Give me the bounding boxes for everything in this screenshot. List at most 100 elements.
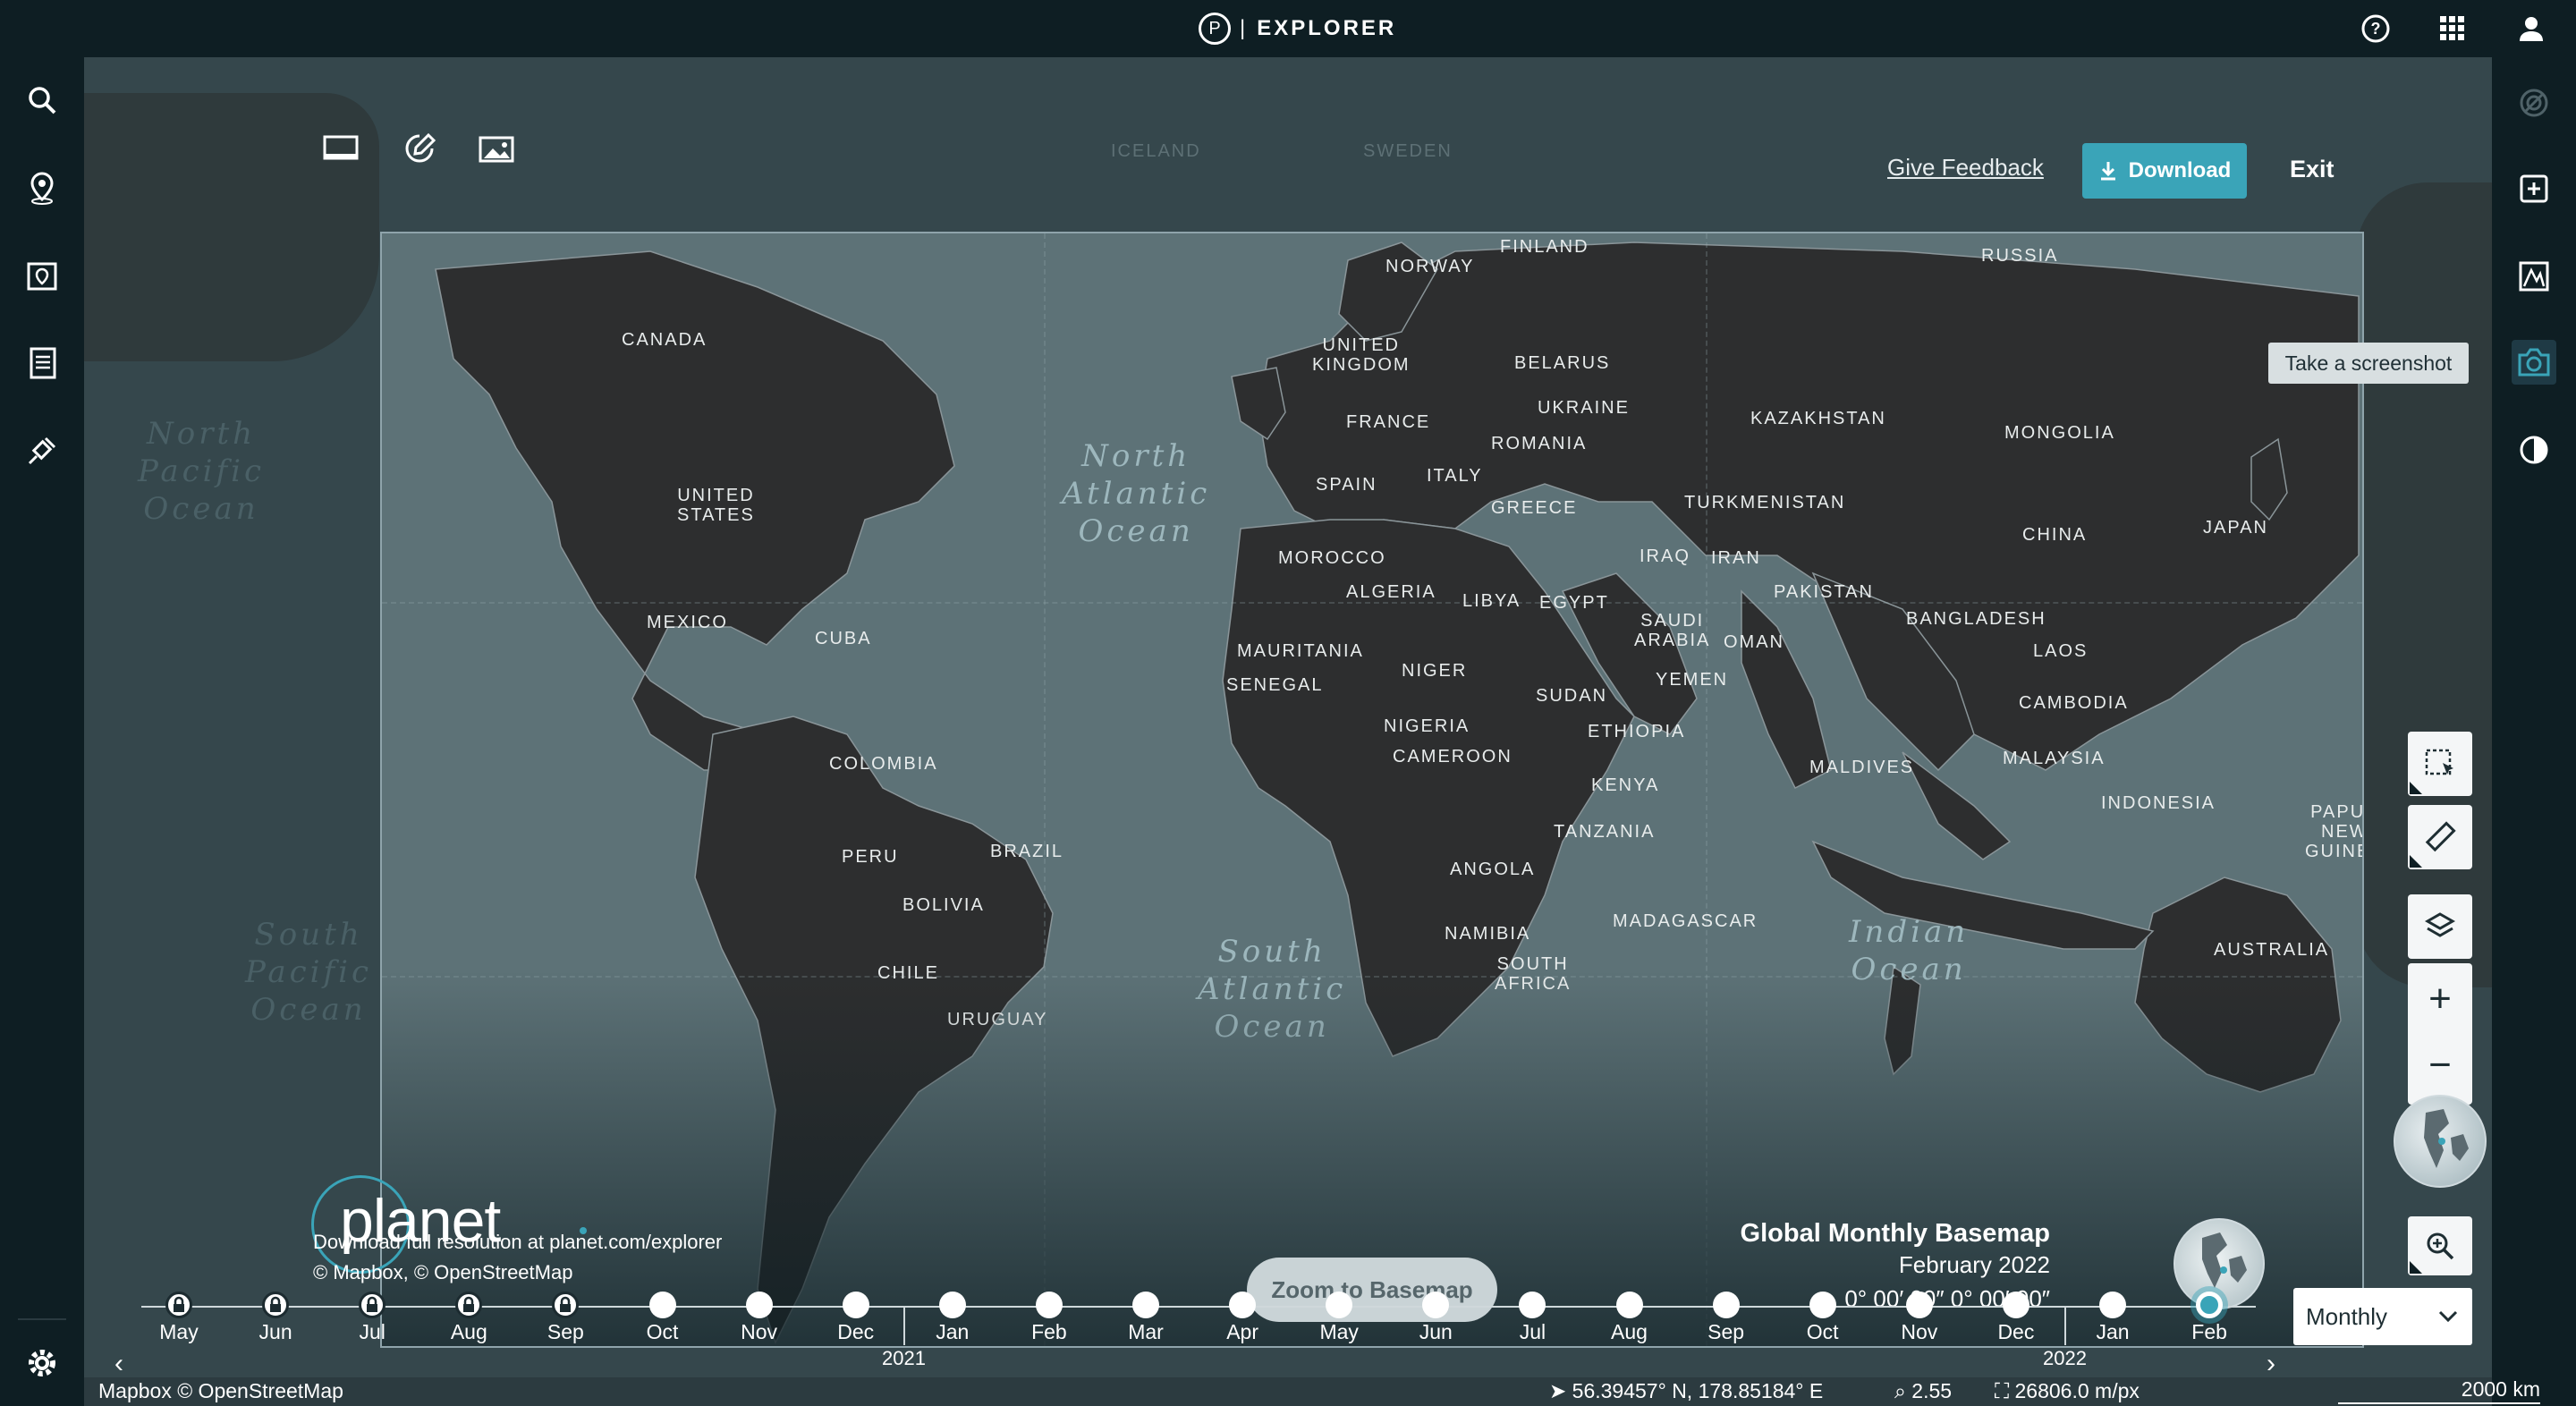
country-label: BOLIVIA [902,895,985,915]
monitor-frame-icon[interactable] [318,127,363,172]
country-label: CANADA [622,330,708,350]
analysis-chart-icon[interactable] [2512,254,2556,299]
magnifier-icon: ⌕ [1894,1379,1912,1402]
compare-icon[interactable] [2512,428,2556,472]
country-label: GREECE [1491,498,1578,518]
country-label: IRAQ [1640,546,1690,566]
scale-bar: 2000 km [2338,1377,2540,1404]
country-label: LIBYA [1462,591,1521,611]
exit-button[interactable]: Exit [2290,156,2334,183]
cursor-coordinates: ➤ 56.39457° N, 178.85184° E [1549,1379,1823,1403]
country-label: PAPUA NEW GUINEA [2305,802,2364,861]
zoom-level: ⌕ 2.55 [1894,1379,1952,1403]
sidebar-divider [18,1318,66,1320]
interval-value: Monthly [2306,1302,2388,1330]
location-pin-icon[interactable] [22,168,62,208]
timeline-node[interactable] [1229,1292,1257,1318]
timeline-node-locked[interactable] [165,1292,192,1318]
saved-areas-icon[interactable] [22,256,62,295]
add-layer-icon[interactable] [2512,166,2556,211]
timeline-prev-button[interactable]: ‹ [114,1349,123,1377]
app-brand[interactable]: P | EXPLORER [1199,11,1396,47]
timeline-node-locked[interactable] [359,1292,386,1318]
download-button[interactable]: Download [2082,143,2247,199]
zoom-out-icon[interactable]: − [2408,1033,2472,1097]
country-label: MEXICO [647,613,728,632]
lock-icon [560,1296,572,1312]
timeline-node[interactable] [1326,1292,1353,1318]
timeline-node[interactable] [938,1292,966,1318]
help-icon[interactable]: ? [2358,11,2394,47]
timeline-node[interactable] [1615,1292,1643,1318]
download-note: Download full resolution at planet.com/e… [313,1231,723,1253]
ruler-icon[interactable] [2408,805,2472,869]
graticule-line [382,602,2362,604]
country-label: INDONESIA [2101,793,2216,813]
timeline-node[interactable] [1712,1292,1740,1318]
timeline-node[interactable] [2002,1292,2029,1318]
tasking-satellite-icon[interactable] [22,431,62,470]
timeline-node-locked[interactable] [455,1292,483,1318]
country-label: FINLAND [1500,237,1589,257]
country-label: CHILE [877,963,939,983]
country-label: SOUTH AFRICA [1495,954,1572,994]
timeline-node-locked[interactable] [262,1292,290,1318]
map-copyright: © Mapbox, © OpenStreetMap [313,1261,573,1283]
timeline-node[interactable] [1809,1292,1836,1318]
ocean-label: Indian Ocean [1849,914,1970,987]
country-label: LAOS [2033,641,2089,661]
zoom-to-icon[interactable] [2408,1216,2472,1275]
timeline-node[interactable] [1132,1292,1159,1318]
year-tick [903,1308,905,1345]
timeline-node[interactable] [2099,1292,2126,1318]
apps-grid-icon[interactable] [2435,11,2470,47]
country-label: UNITED STATES [677,486,755,525]
planet-logo-icon: P [1199,13,1231,45]
interval-select[interactable]: Monthly [2293,1288,2472,1345]
graticule-line [382,976,2362,978]
user-icon[interactable] [2513,11,2549,47]
country-label: PAKISTAN [1774,582,1874,602]
screenshot-tooltip: Take a screenshot [2268,343,2469,384]
zoom-to-basemap-button[interactable]: Zoom to Basemap [1247,1258,1497,1322]
search-icon[interactable] [22,80,62,120]
timeline-month-label: Jul [359,1320,386,1343]
timeline-month-label: Nov [741,1320,778,1343]
settings-icon[interactable] [22,1343,62,1383]
timeline-next-button[interactable]: › [2267,1349,2275,1377]
timeline-node[interactable] [745,1292,773,1318]
country-label: TANZANIA [1554,822,1656,842]
chevron-down-icon [2438,1310,2458,1323]
image-icon[interactable] [474,127,519,172]
timeline-node[interactable] [842,1292,869,1318]
timeline-month-label: Sep [1707,1320,1745,1343]
timeline-node-locked[interactable] [552,1292,580,1318]
timeline-node[interactable] [648,1292,676,1318]
country-label: KENYA [1591,775,1660,795]
timeline-month-label: May [159,1320,199,1343]
timeline-month-label: Feb [2191,1320,2227,1343]
map-canvas[interactable]: ICELAND SWEDEN North Pacific Ocean South… [84,57,2492,1377]
country-label: MOROCCO [1278,548,1386,568]
give-feedback-link[interactable]: Give Feedback [1887,154,2044,182]
timeline-month-label: Jul [1519,1320,1546,1343]
annotate-icon[interactable] [397,127,442,172]
layers-icon[interactable] [2408,894,2472,959]
globe-icon[interactable] [2394,1095,2487,1188]
select-area-icon[interactable] [2408,732,2472,796]
svg-text:?: ? [2371,20,2381,38]
timeline-node[interactable] [1035,1292,1063,1318]
reports-icon[interactable] [22,343,62,383]
lock-icon [367,1296,378,1312]
pixel-resolution: ⛶ 26806.0 m/px [1995,1379,2140,1403]
lock-icon [270,1296,282,1312]
zoom-in-icon[interactable]: + [2408,967,2472,1031]
screenshot-frame[interactable]: North Atlantic Ocean South Atlantic Ocea… [380,232,2364,1348]
radar-icon[interactable] [2512,80,2556,125]
resolution-icon: ⛶ [1995,1379,2015,1402]
camera-icon[interactable] [2512,340,2556,385]
timeline-node[interactable] [2196,1292,2224,1318]
ocean-label: South Pacific Ocean [245,917,373,1028]
timeline-node[interactable] [1905,1292,1933,1318]
download-label: Download [2128,158,2232,182]
